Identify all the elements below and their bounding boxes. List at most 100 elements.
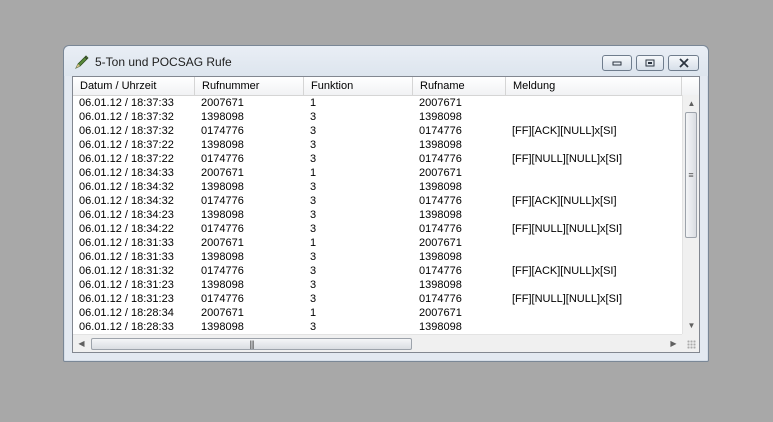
cell-datetime: 06.01.12 / 18:31:33 — [79, 237, 174, 249]
cell-funktion: 1 — [310, 97, 317, 109]
table-row[interactable]: 06.01.12 / 18:31:23 1398098 3 1398098 — [73, 278, 682, 292]
table-row[interactable]: 06.01.12 / 18:37:22 0174776 3 0174776 [FF][N… — [73, 152, 682, 166]
table-row[interactable]: 06.01.12 / 18:31:33 2007671 1 2007671 — [73, 236, 682, 250]
cell-datetime: 06.01.12 / 18:34:23 — [79, 209, 174, 221]
cell-meldung — [506, 138, 682, 152]
cell-rufname: 1398098 — [419, 111, 462, 123]
scroll-right-arrow-icon[interactable]: ▶ — [665, 335, 682, 352]
cell-rufname: 1398098 — [419, 181, 462, 193]
table-row[interactable]: 06.01.12 / 18:34:32 0174776 3 0174776 [FF][A… — [73, 194, 682, 208]
cell-datetime: 06.01.12 / 18:28:33 — [79, 321, 174, 333]
title-bar[interactable]: 5-Ton und POCSAG Rufe — [64, 46, 708, 76]
cell-datetime: 06.01.12 / 18:31:32 — [79, 265, 174, 277]
cell-funktion: 3 — [310, 209, 317, 221]
cell-meldung — [506, 166, 682, 180]
table-row[interactable]: 06.01.12 / 18:31:32 0174776 3 0174776 [FF][A… — [73, 264, 682, 278]
cell-meldung: [FF][ACK][NULL]x[SI] — [512, 125, 617, 137]
table-row[interactable]: 06.01.12 / 18:37:33 2007671 1 2007671 — [73, 96, 682, 110]
calls-list[interactable]: Datum / Uhrzeit Rufnummer Funktion Rufna… — [72, 76, 700, 353]
table-row[interactable]: 06.01.12 / 18:28:33 1398098 3 1398098 — [73, 320, 682, 333]
vertical-scroll-thumb[interactable]: ≡ — [685, 112, 697, 238]
cell-rufnummer: 1398098 — [201, 321, 244, 333]
cell-datetime: 06.01.12 / 18:37:33 — [79, 97, 174, 109]
cell-funktion: 3 — [310, 279, 317, 291]
cell-rufname: 1398098 — [419, 321, 462, 333]
cell-meldung — [506, 250, 682, 264]
cell-funktion: 1 — [310, 167, 317, 179]
cell-rufname: 1398098 — [419, 209, 462, 221]
cell-rufname: 2007671 — [419, 237, 462, 249]
column-header-meldung[interactable]: Meldung — [506, 77, 682, 95]
cell-rufname: 0174776 — [419, 293, 462, 305]
maximize-icon — [645, 59, 655, 67]
cell-rufnummer: 2007671 — [201, 167, 244, 179]
cell-rufnummer: 1398098 — [201, 279, 244, 291]
cell-rufnummer: 1398098 — [201, 139, 244, 151]
resize-grip[interactable] — [682, 334, 699, 352]
cell-datetime: 06.01.12 / 18:34:32 — [79, 195, 174, 207]
column-header-rufname[interactable]: Rufname — [413, 77, 506, 95]
close-button[interactable] — [668, 55, 699, 71]
cell-rufnummer: 1398098 — [201, 209, 244, 221]
cell-funktion: 3 — [310, 195, 317, 207]
cell-funktion: 3 — [310, 265, 317, 277]
minimize-button[interactable] — [602, 55, 632, 71]
cell-rufnummer: 0174776 — [201, 265, 244, 277]
horizontal-scroll-thumb[interactable]: ||| — [91, 338, 412, 350]
scroll-up-arrow-icon[interactable]: ▲ — [683, 95, 699, 112]
cell-datetime: 06.01.12 / 18:37:32 — [79, 111, 174, 123]
cell-funktion: 3 — [310, 153, 317, 165]
cell-rufname: 2007671 — [419, 167, 462, 179]
resize-grip-icon — [687, 340, 696, 349]
cell-rufname: 1398098 — [419, 251, 462, 263]
cell-meldung: [FF][ACK][NULL]x[SI] — [512, 195, 617, 207]
scroll-down-arrow-icon[interactable]: ▼ — [683, 317, 699, 334]
table-row[interactable]: 06.01.12 / 18:34:23 1398098 3 1398098 — [73, 208, 682, 222]
table-row[interactable]: 06.01.12 / 18:31:33 1398098 3 1398098 — [73, 250, 682, 264]
calls-window: 5-Ton und POCSAG Rufe Datum / Uhrzeit Ru… — [63, 45, 709, 362]
cell-rufname: 0174776 — [419, 195, 462, 207]
table-row[interactable]: 06.01.12 / 18:34:32 1398098 3 1398098 — [73, 180, 682, 194]
cell-datetime: 06.01.12 / 18:37:22 — [79, 153, 174, 165]
cell-datetime: 06.01.12 / 18:31:23 — [79, 279, 174, 291]
scroll-left-arrow-icon[interactable]: ◀ — [73, 335, 90, 352]
cell-rufnummer: 2007671 — [201, 307, 244, 319]
cell-rufname: 0174776 — [419, 153, 462, 165]
cell-meldung — [506, 236, 682, 250]
vertical-scrollbar[interactable]: ▲ ≡ ▼ — [682, 95, 699, 334]
table-row[interactable]: 06.01.12 / 18:37:22 1398098 3 1398098 — [73, 138, 682, 152]
cell-rufnummer: 1398098 — [201, 181, 244, 193]
cell-rufname: 2007671 — [419, 307, 462, 319]
cell-funktion: 3 — [310, 223, 317, 235]
table-row[interactable]: 06.01.12 / 18:37:32 1398098 3 1398098 — [73, 110, 682, 124]
cell-meldung — [506, 96, 682, 110]
column-header-datetime[interactable]: Datum / Uhrzeit — [73, 77, 195, 95]
maximize-button[interactable] — [636, 55, 664, 71]
cell-rufname: 1398098 — [419, 279, 462, 291]
cell-meldung — [506, 320, 682, 333]
close-icon — [678, 58, 689, 68]
table-row[interactable]: 06.01.12 / 18:37:32 0174776 3 0174776 [FF][A… — [73, 124, 682, 138]
horizontal-scrollbar[interactable]: ◀ ||| ▶ — [73, 334, 682, 352]
column-header-funktion[interactable]: Funktion — [304, 77, 413, 95]
table-row[interactable]: 06.01.12 / 18:34:33 2007671 1 2007671 — [73, 166, 682, 180]
cell-rufnummer: 0174776 — [201, 125, 244, 137]
cell-datetime: 06.01.12 / 18:31:33 — [79, 251, 174, 263]
cell-rufnummer: 1398098 — [201, 251, 244, 263]
table-row[interactable]: 06.01.12 / 18:31:23 0174776 3 0174776 [FF][N… — [73, 292, 682, 306]
list-header: Datum / Uhrzeit Rufnummer Funktion Rufna… — [73, 77, 699, 96]
column-header-filler — [682, 77, 699, 95]
cell-datetime: 06.01.12 / 18:37:22 — [79, 139, 174, 151]
cell-datetime: 06.01.12 / 18:37:32 — [79, 125, 174, 137]
cell-datetime: 06.01.12 / 18:34:22 — [79, 223, 174, 235]
cell-datetime: 06.01.12 / 18:34:33 — [79, 167, 174, 179]
cell-rufnummer: 1398098 — [201, 111, 244, 123]
table-row[interactable]: 06.01.12 / 18:34:22 0174776 3 0174776 [FF][N… — [73, 222, 682, 236]
column-header-rufnummer[interactable]: Rufnummer — [195, 77, 304, 95]
cell-funktion: 3 — [310, 321, 317, 333]
pencil-icon — [74, 54, 90, 70]
table-row[interactable]: 06.01.12 / 18:28:34 2007671 1 2007671 — [73, 306, 682, 320]
cell-meldung: [FF][NULL][NULL]x[SI] — [512, 223, 623, 235]
cell-rufname: 1398098 — [419, 139, 462, 151]
cell-meldung — [506, 306, 682, 320]
